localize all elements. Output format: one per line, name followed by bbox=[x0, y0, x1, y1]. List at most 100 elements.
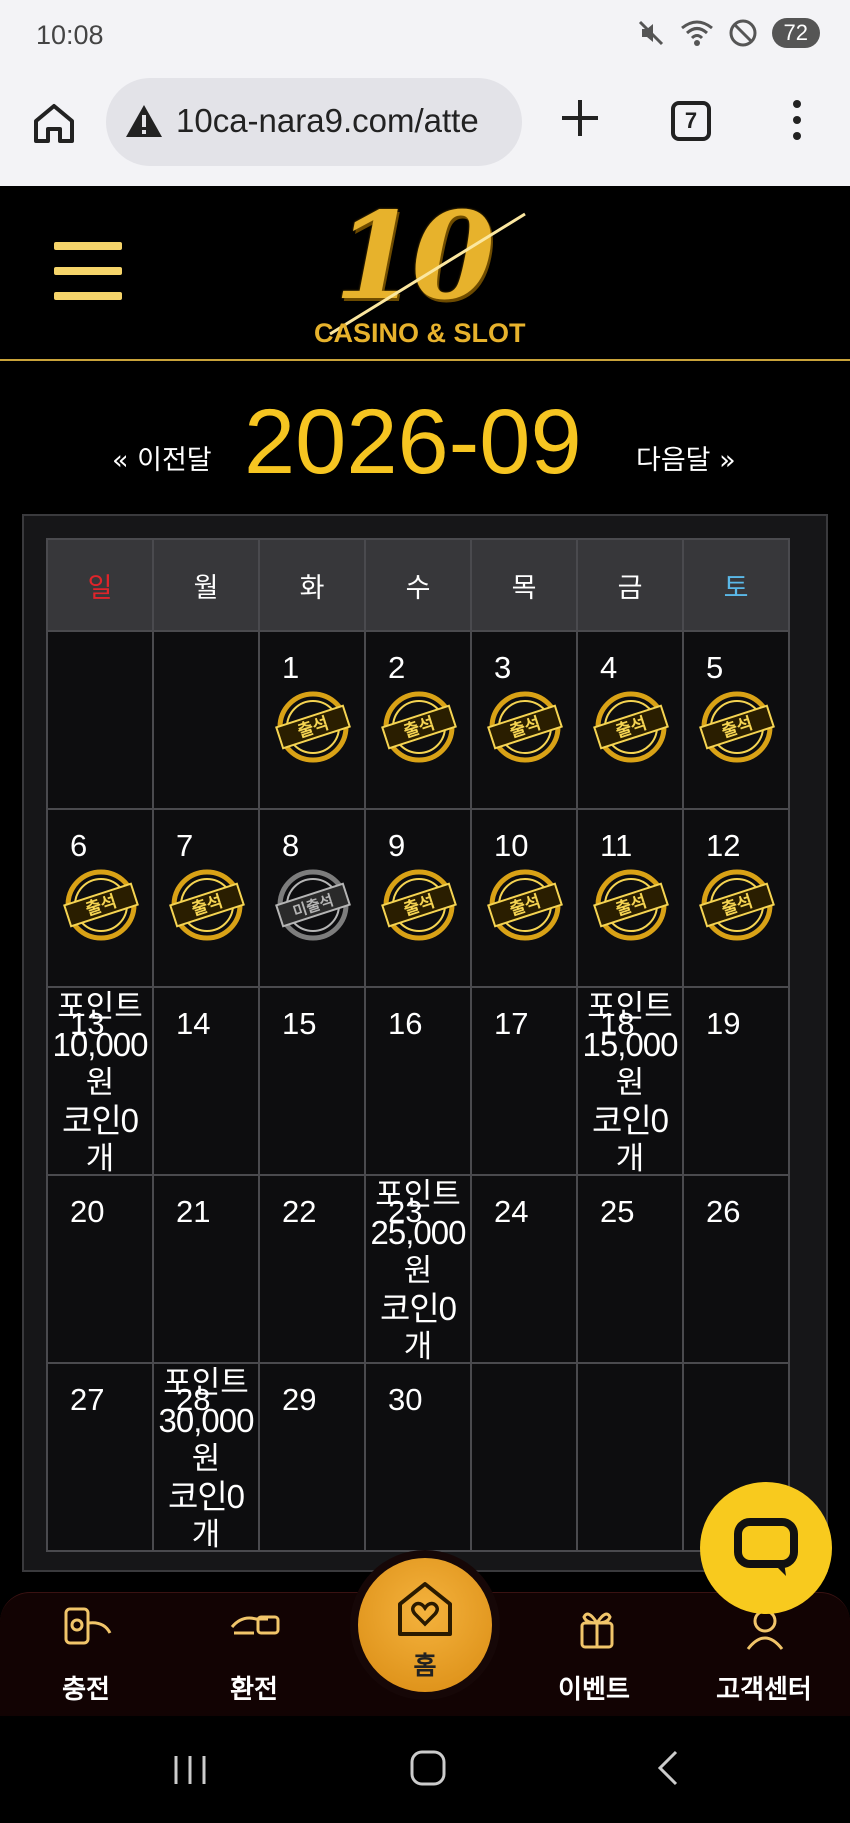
day-number: 19 bbox=[706, 1006, 741, 1041]
system-home-icon[interactable] bbox=[408, 1748, 448, 1788]
attended-stamp-icon: 출석 bbox=[699, 869, 775, 941]
wifi-icon bbox=[680, 20, 713, 46]
calendar-day-18[interactable]: 18 포인트 15,000 원 코인0 개 bbox=[576, 986, 684, 1177]
prev-month-link[interactable]: « 이전달 bbox=[112, 438, 212, 477]
month-title: 2026-09 bbox=[244, 391, 582, 493]
reward-point-label: 포인트 bbox=[587, 989, 673, 1025]
calendar-day-15[interactable]: 15 bbox=[258, 986, 366, 1176]
day-number: 16 bbox=[388, 1006, 423, 1041]
reward-coin-unit: 개 bbox=[191, 1517, 221, 1553]
calendar-day-13[interactable]: 13 포인트 10,000 원 코인0 개 bbox=[46, 986, 154, 1178]
calendar-day-7[interactable]: 7 출석 bbox=[152, 808, 260, 988]
calendar-day-28[interactable]: 28 포인트 30,000 원 코인0 개 bbox=[152, 1362, 260, 1553]
home-heart-icon bbox=[398, 1582, 452, 1636]
reward-label: 포인트 25,000 원 코인0 개 bbox=[366, 1176, 470, 1366]
calendar-day-26[interactable]: 26 bbox=[682, 1174, 790, 1364]
nav-home-button[interactable]: 홈 bbox=[358, 1558, 492, 1692]
calendar-day-29[interactable]: 29 bbox=[258, 1362, 366, 1552]
calendar-day-1[interactable]: 1 출석 bbox=[258, 630, 366, 810]
calendar-week-row: 6 출석 7 출석 8 미출석 9 출석 10 출석 11 출석 12 출석 bbox=[46, 808, 790, 988]
reward-unit: 원 bbox=[615, 1065, 645, 1101]
day-number: 24 bbox=[494, 1194, 529, 1229]
svg-text:출석: 출석 bbox=[295, 714, 331, 743]
reward-amount: 10,000 bbox=[52, 1026, 149, 1063]
chat-button[interactable] bbox=[700, 1482, 832, 1614]
reward-coin: 코인0 bbox=[167, 1478, 245, 1515]
day-number: 11 bbox=[600, 828, 633, 863]
month-navigation: « 이전달 2026-09 다음달 » bbox=[0, 380, 850, 493]
attended-stamp-icon: 출석 bbox=[487, 691, 563, 763]
calendar-day-3[interactable]: 3 출석 bbox=[470, 630, 578, 810]
calendar-day-6[interactable]: 6 출석 bbox=[46, 808, 154, 988]
calendar-day-30[interactable]: 30 bbox=[364, 1362, 472, 1552]
nav-charge[interactable]: 충전 bbox=[16, 1593, 156, 1717]
mute-icon bbox=[638, 20, 663, 46]
url-text[interactable]: 10ca-nara9.com/atte bbox=[176, 102, 512, 140]
calendar-day-16[interactable]: 16 bbox=[364, 986, 472, 1176]
calendar-day-22[interactable]: 22 bbox=[258, 1174, 366, 1364]
weekday-header-row: 일 월 화 수 목 금 토 bbox=[46, 538, 790, 632]
nav-support-label: 고객센터 bbox=[716, 1675, 812, 1705]
reward-coin-unit: 개 bbox=[615, 1141, 645, 1177]
calendar-day-10[interactable]: 10 출석 bbox=[470, 808, 578, 988]
reward-amount: 15,000 bbox=[582, 1026, 679, 1063]
nav-event-label: 이벤트 bbox=[558, 1675, 630, 1705]
svg-text:출석: 출석 bbox=[189, 892, 225, 921]
attended-stamp-icon: 출석 bbox=[487, 869, 563, 941]
attended-stamp-icon: 출석 bbox=[275, 691, 351, 763]
calendar-empty-cell bbox=[46, 630, 154, 810]
calendar-day-14[interactable]: 14 bbox=[152, 986, 260, 1176]
reward-amount: 30,000 bbox=[158, 1402, 255, 1439]
calendar-empty-cell bbox=[152, 630, 260, 810]
hamburger-menu-icon[interactable] bbox=[54, 242, 122, 300]
new-tab-icon[interactable] bbox=[558, 96, 602, 140]
next-month-link[interactable]: 다음달 » bbox=[636, 438, 736, 477]
nav-event[interactable]: 이벤트 bbox=[524, 1593, 664, 1717]
calendar-day-2[interactable]: 2 출석 bbox=[364, 630, 472, 810]
day-number: 17 bbox=[494, 1006, 529, 1041]
chat-bubble-icon bbox=[734, 1518, 798, 1576]
calendar-day-25[interactable]: 25 bbox=[576, 1174, 684, 1364]
browser-home-icon[interactable] bbox=[30, 99, 78, 147]
calendar-day-23[interactable]: 23 포인트 25,000 원 코인0 개 bbox=[364, 1174, 472, 1366]
recent-apps-icon[interactable] bbox=[170, 1752, 210, 1788]
day-number: 27 bbox=[70, 1382, 105, 1417]
day-number: 10 bbox=[494, 828, 529, 863]
calendar-day-17[interactable]: 17 bbox=[470, 986, 578, 1176]
site-logo[interactable]: 10 CASINO & SLOT bbox=[310, 186, 540, 349]
calendar-day-12[interactable]: 12 출석 bbox=[682, 808, 790, 988]
calendar-day-8[interactable]: 8 미출석 bbox=[258, 808, 366, 988]
address-bar[interactable]: 10ca-nara9.com/atte bbox=[106, 78, 522, 166]
svg-text:출석: 출석 bbox=[719, 714, 755, 743]
logo-subtitle: CASINO & SLOT bbox=[314, 318, 526, 348]
more-menu-icon[interactable] bbox=[782, 98, 812, 142]
reward-label: 포인트 10,000 원 코인0 개 bbox=[48, 988, 152, 1178]
tab-switcher-button[interactable]: 7 bbox=[671, 101, 711, 141]
calendar-day-20[interactable]: 20 bbox=[46, 1174, 154, 1364]
calendar-day-5[interactable]: 5 출석 bbox=[682, 630, 790, 810]
attended-stamp-icon: 출석 bbox=[699, 691, 775, 763]
day-number: 4 bbox=[600, 650, 618, 685]
reward-amount: 25,000 bbox=[370, 1214, 467, 1251]
calendar-day-27[interactable]: 27 bbox=[46, 1362, 154, 1552]
status-time: 10:08 bbox=[36, 20, 104, 50]
day-number: 25 bbox=[600, 1194, 635, 1229]
day-number: 22 bbox=[282, 1194, 317, 1229]
calendar-day-9[interactable]: 9 출석 bbox=[364, 808, 472, 988]
calendar-day-4[interactable]: 4 출석 bbox=[576, 630, 684, 810]
reward-coin-unit: 개 bbox=[403, 1329, 433, 1365]
calendar-day-11[interactable]: 11 출석 bbox=[576, 808, 684, 988]
calendar-table: 일 월 화 수 목 금 토 1 출석 2 출석 3 출석 4 출석 5 출석 6… bbox=[46, 538, 790, 1553]
system-back-icon[interactable] bbox=[650, 1748, 686, 1788]
calendar-day-24[interactable]: 24 bbox=[470, 1174, 578, 1364]
warning-icon[interactable] bbox=[124, 102, 164, 140]
weekday-sun: 일 bbox=[46, 538, 154, 632]
svg-text:출석: 출석 bbox=[401, 892, 437, 921]
calendar-day-19[interactable]: 19 bbox=[682, 986, 790, 1176]
system-navigation-bar bbox=[0, 1716, 850, 1823]
nav-exchange[interactable]: 환전 bbox=[184, 1593, 324, 1717]
exchange-icon bbox=[230, 1615, 280, 1635]
reward-point-label: 포인트 bbox=[163, 1365, 249, 1401]
calendar-week-row: 20 21 22 23 포인트 25,000 원 코인0 개 24 25 26 bbox=[46, 1174, 790, 1366]
calendar-day-21[interactable]: 21 bbox=[152, 1174, 260, 1364]
